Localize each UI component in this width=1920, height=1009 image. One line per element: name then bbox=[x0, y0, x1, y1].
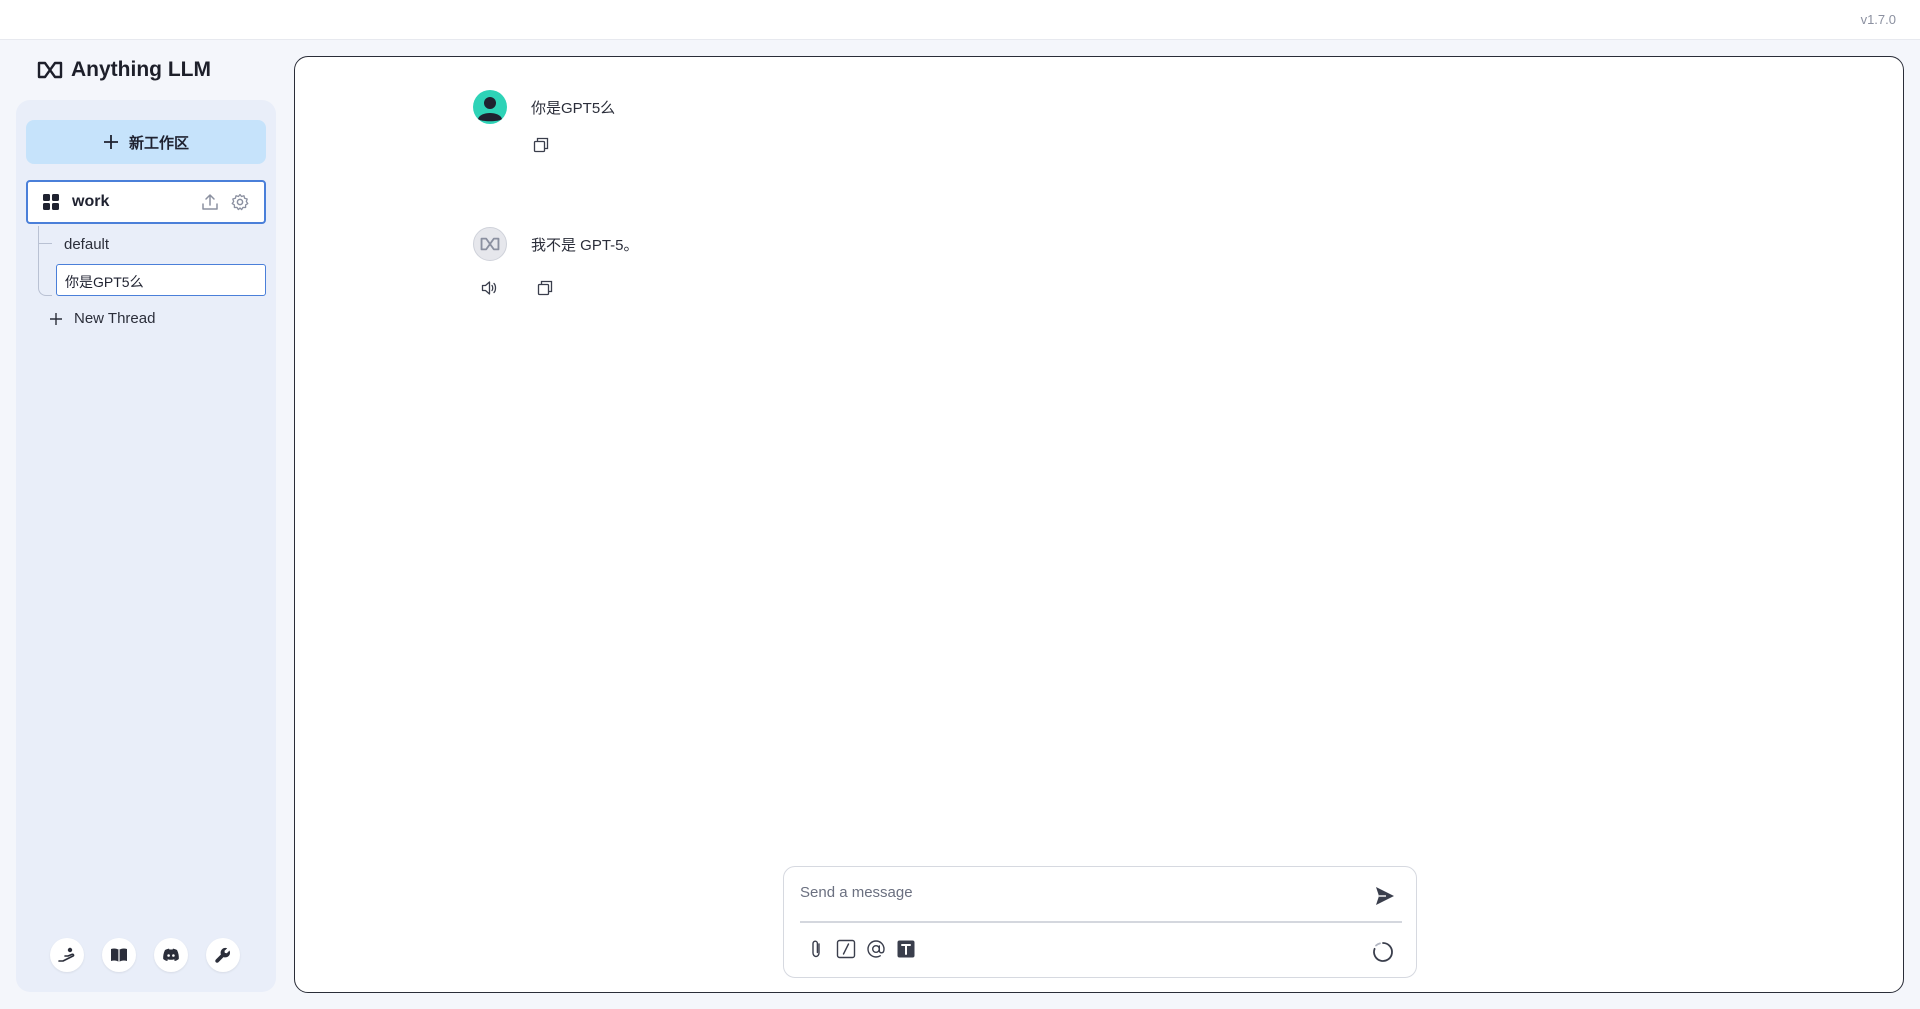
speaker-icon[interactable] bbox=[480, 278, 500, 298]
anything-llm-logo-icon bbox=[480, 237, 500, 251]
send-icon[interactable] bbox=[1372, 883, 1398, 909]
community-hub-icon[interactable] bbox=[50, 938, 84, 972]
plus-icon bbox=[103, 135, 118, 149]
thread-item-active[interactable]: 你是GPT5么 bbox=[56, 264, 266, 296]
thread-tree-branch bbox=[38, 243, 52, 245]
assistant-message-text: 我不是 GPT-5。 bbox=[531, 236, 639, 254]
user-avatar bbox=[473, 90, 507, 124]
thread-tree-curve bbox=[38, 278, 52, 296]
message-input[interactable] bbox=[800, 877, 1340, 907]
chat-message-user: 你是GPT5么 bbox=[473, 90, 615, 124]
workspace-actions bbox=[200, 192, 250, 212]
discord-icon[interactable] bbox=[154, 938, 188, 972]
user-message-text: 你是GPT5么 bbox=[531, 99, 616, 117]
composer-toolbar bbox=[806, 939, 916, 959]
slash-command-icon[interactable] bbox=[836, 939, 856, 959]
message-composer bbox=[783, 866, 1417, 978]
chat-panel: 你是GPT5么 我不是 GPT-5。 bbox=[294, 56, 1904, 993]
wrench-icon[interactable] bbox=[206, 938, 240, 972]
thread-tree-line bbox=[38, 226, 50, 282]
workspace-item-work[interactable]: work bbox=[26, 180, 266, 224]
loading-spinner-icon bbox=[1370, 939, 1396, 965]
copy-icon[interactable] bbox=[535, 278, 555, 298]
anything-llm-logo-icon bbox=[37, 61, 63, 79]
logo-text: Anything LLM bbox=[71, 58, 211, 81]
new-workspace-label: 新工作区 bbox=[128, 134, 189, 152]
app-logo: Anything LLM bbox=[37, 58, 211, 82]
text-format-icon[interactable] bbox=[896, 939, 916, 959]
gear-icon[interactable] bbox=[230, 192, 250, 212]
docs-book-icon[interactable] bbox=[102, 938, 136, 972]
sidebar-footer bbox=[50, 938, 240, 972]
user-avatar-icon bbox=[478, 97, 502, 122]
composer-divider bbox=[800, 921, 1402, 923]
new-thread-button[interactable]: New Thread bbox=[50, 310, 155, 327]
assistant-message-actions bbox=[480, 278, 555, 298]
new-workspace-button[interactable]: 新工作区 bbox=[26, 120, 266, 164]
workspace-grid-icon bbox=[43, 194, 59, 210]
paperclip-icon[interactable] bbox=[806, 939, 826, 959]
workspace-name: work bbox=[72, 193, 110, 210]
top-bar: v1.7.0 bbox=[0, 0, 1920, 40]
user-message-actions bbox=[531, 135, 551, 155]
at-mention-icon[interactable] bbox=[866, 939, 886, 959]
thread-item-default[interactable]: default bbox=[64, 236, 109, 253]
sidebar: 新工作区 work default 你是GPT5么 New Thread bbox=[16, 100, 276, 992]
new-thread-label: New Thread bbox=[74, 310, 156, 327]
assistant-avatar bbox=[473, 227, 507, 261]
copy-icon[interactable] bbox=[531, 135, 551, 155]
plus-icon bbox=[50, 312, 62, 325]
chat-message-assistant: 我不是 GPT-5。 bbox=[473, 227, 639, 261]
app-version: v1.7.0 bbox=[1860, 12, 1896, 27]
upload-icon[interactable] bbox=[200, 192, 220, 212]
